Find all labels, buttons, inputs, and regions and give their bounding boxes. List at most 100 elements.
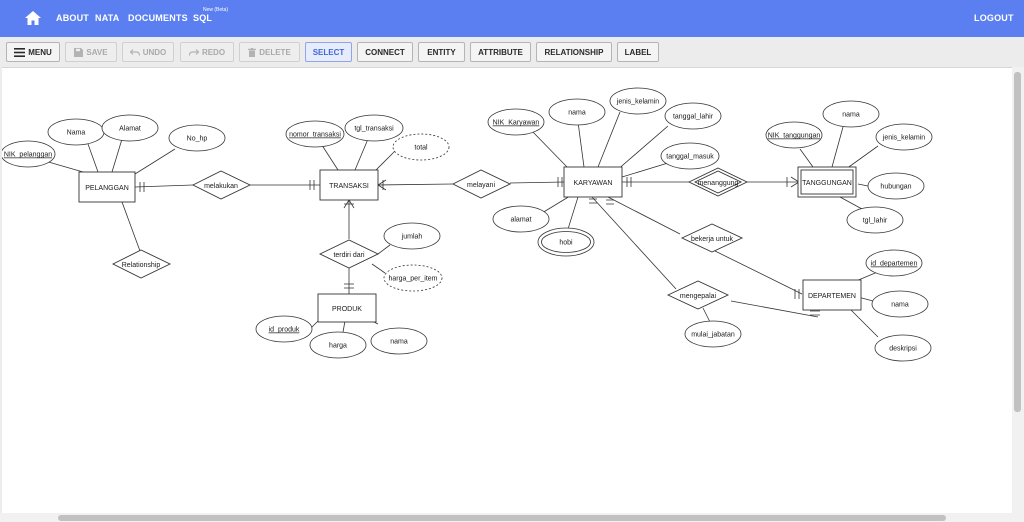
save-icon: [74, 47, 84, 57]
attribute-label: jumlah: [401, 234, 423, 241]
attribute-id-produk[interactable]: id_produk: [255, 315, 313, 343]
attribute-label: nama: [568, 110, 586, 117]
home-icon[interactable]: [24, 10, 42, 26]
attribute-label: harga: [329, 343, 347, 350]
entity-transaksi[interactable]: TRANSAKSI: [319, 169, 379, 201]
save-button[interactable]: SAVE: [65, 42, 117, 62]
attribute-mulai-jabatan[interactable]: mulai_jabatan: [684, 320, 742, 348]
relationship-relationship[interactable]: Relationship: [111, 249, 172, 279]
redo-button[interactable]: REDO: [180, 42, 234, 62]
attribute-jenis-kelamin-tanggungan[interactable]: jenis_kelamin: [875, 123, 933, 151]
attribute-label: harga_per_item: [388, 276, 437, 283]
sql-beta-badge: New (Beta): [203, 7, 229, 13]
attribute-deskripsi[interactable]: deskripsi: [874, 334, 932, 362]
entity-pelanggan[interactable]: PELANGGAN: [78, 171, 136, 203]
attribute-id-departemen[interactable]: id_departemen: [865, 249, 923, 277]
horizontal-scrollbar-thumb[interactable]: [58, 515, 946, 521]
delete-button[interactable]: DELETE: [239, 42, 300, 62]
attribute-label: jenis_kelamin: [882, 135, 926, 142]
attribute-nama-produk[interactable]: nama: [370, 327, 428, 355]
entity-label: TRANSAKSI: [329, 183, 369, 190]
entity-label: KARYAWAN: [574, 180, 613, 187]
attribute-label: tgl_lahir: [863, 218, 888, 225]
attribute-label: nama: [891, 302, 909, 309]
attribute-nama-tanggungan[interactable]: nama: [822, 100, 880, 128]
attribute-label: id_departemen: [871, 261, 918, 268]
attribute-tool-label: ATTRIBUTE: [478, 47, 523, 57]
nav-nata-link[interactable]: NATA: [95, 13, 119, 23]
relationship-bekerja-untuk[interactable]: bekerja untuk: [680, 223, 744, 253]
entity-label: PELANGGAN: [85, 185, 129, 192]
nav-sql-link[interactable]: SQL: [193, 13, 212, 23]
nav-logout-link[interactable]: LOGOUT: [974, 13, 1014, 23]
attribute-hubungan[interactable]: hubungan: [867, 172, 925, 200]
attribute-nik-tanggungan[interactable]: NIK_tanggungan: [765, 121, 823, 149]
attribute-jenis-kelamin-karyawan[interactable]: jenis_kelamin: [609, 87, 667, 115]
relationship-mengepalai[interactable]: mengepalai: [666, 280, 730, 310]
undo-button[interactable]: UNDO: [122, 42, 174, 62]
attribute-alamat-karyawan[interactable]: alamat: [492, 205, 550, 233]
redo-icon: [188, 48, 199, 56]
multivalued-attribute-hobi[interactable]: hobi: [537, 227, 595, 257]
diagram-canvas[interactable]: PELANGGAN TRANSAKSI KARYAWAN TANGGUNGAN …: [2, 67, 1012, 513]
attribute-label: Nama: [67, 130, 86, 137]
save-button-label: SAVE: [86, 47, 108, 57]
attribute-label: alamat: [510, 217, 531, 224]
redo-button-label: REDO: [201, 47, 226, 57]
menu-button[interactable]: MENU: [6, 42, 60, 62]
nav-documents-link[interactable]: DOCUMENTS: [128, 13, 188, 23]
attribute-alamat-pelanggan[interactable]: Alamat: [101, 114, 159, 142]
attribute-nik-karyawan[interactable]: NIK_Karyawan: [487, 108, 545, 136]
attribute-tgl-transaksi[interactable]: tgl_transaksi: [344, 114, 404, 142]
relationship-label: bekerja untuk: [691, 236, 734, 243]
connect-tool-button[interactable]: CONNECT: [357, 42, 413, 62]
attribute-tanggal-masuk[interactable]: tanggal_masuk: [660, 142, 720, 170]
entity-produk[interactable]: PRODUK: [317, 293, 377, 323]
attribute-label: deskripsi: [889, 346, 917, 353]
relationship-melakukan[interactable]: melakukan: [191, 170, 252, 200]
attribute-label: NIK_tanggungan: [768, 133, 821, 140]
weak-entity-tanggungan[interactable]: TANGGUNGAN: [797, 166, 857, 198]
attribute-label: No_hp: [187, 136, 208, 143]
attribute-label: tanggal_lahir: [673, 114, 714, 121]
entity-karyawan[interactable]: KARYAWAN: [563, 166, 623, 198]
entity-tool-button[interactable]: ENTITY: [418, 42, 465, 62]
relationship-label: mengepalai: [680, 293, 717, 300]
select-tool-button[interactable]: SELECT: [305, 42, 352, 62]
relationship-terdiri-dari[interactable]: terdiri dari: [318, 239, 380, 269]
nav-about-link[interactable]: ABOUT: [56, 13, 89, 23]
trash-icon: [248, 47, 257, 57]
undo-button-label: UNDO: [142, 47, 167, 57]
attribute-label: hobi: [559, 240, 573, 247]
attribute-nik-pelanggan[interactable]: NIK_pelanggan: [2, 140, 56, 168]
derived-attribute-harga-per-item[interactable]: harga_per_item: [383, 264, 443, 292]
derived-attribute-total[interactable]: total: [392, 133, 450, 161]
attribute-tanggal-lahir[interactable]: tanggal_lahir: [664, 102, 722, 130]
attribute-label: tgl_transaksi: [354, 126, 394, 133]
attribute-label: id_produk: [269, 327, 300, 334]
identifying-relationship-menanggung[interactable]: menanggung: [687, 167, 749, 197]
er-diagram[interactable]: PELANGGAN TRANSAKSI KARYAWAN TANGGUNGAN …: [2, 68, 1012, 514]
connect-tool-label: CONNECT: [365, 47, 405, 57]
relationship-melayani[interactable]: melayani: [451, 169, 512, 199]
attribute-nomor-transaksi[interactable]: nomor_transaksi: [285, 120, 345, 148]
label-tool-label: LABEL: [624, 47, 652, 57]
entity-label: TANGGUNGAN: [802, 180, 852, 187]
label-tool-button[interactable]: LABEL: [617, 42, 659, 62]
attribute-label: NIK_Karyawan: [493, 120, 540, 127]
attribute-nama-karyawan[interactable]: nama: [548, 98, 606, 126]
attribute-harga[interactable]: harga: [309, 331, 367, 359]
relationship-tool-button[interactable]: RELATIONSHIP: [536, 42, 612, 62]
attribute-nama-departemen[interactable]: nama: [871, 290, 929, 318]
editor-toolbar: MENU SAVE UNDO REDO DELETE SELECT CONNEC…: [0, 37, 1024, 67]
attribute-jumlah[interactable]: jumlah: [383, 222, 441, 250]
entity-departemen[interactable]: DEPARTEMEN: [802, 279, 862, 311]
attribute-no-hp[interactable]: No_hp: [168, 124, 226, 152]
attribute-nama-pelanggan[interactable]: Nama: [47, 118, 105, 146]
attribute-tgl-lahir[interactable]: tgl_lahir: [846, 206, 904, 234]
hamburger-icon: [14, 47, 26, 57]
select-tool-label: SELECT: [312, 47, 345, 57]
attribute-label: nama: [390, 339, 408, 346]
vertical-scrollbar-thumb[interactable]: [1014, 72, 1021, 412]
attribute-tool-button[interactable]: ATTRIBUTE: [470, 42, 531, 62]
